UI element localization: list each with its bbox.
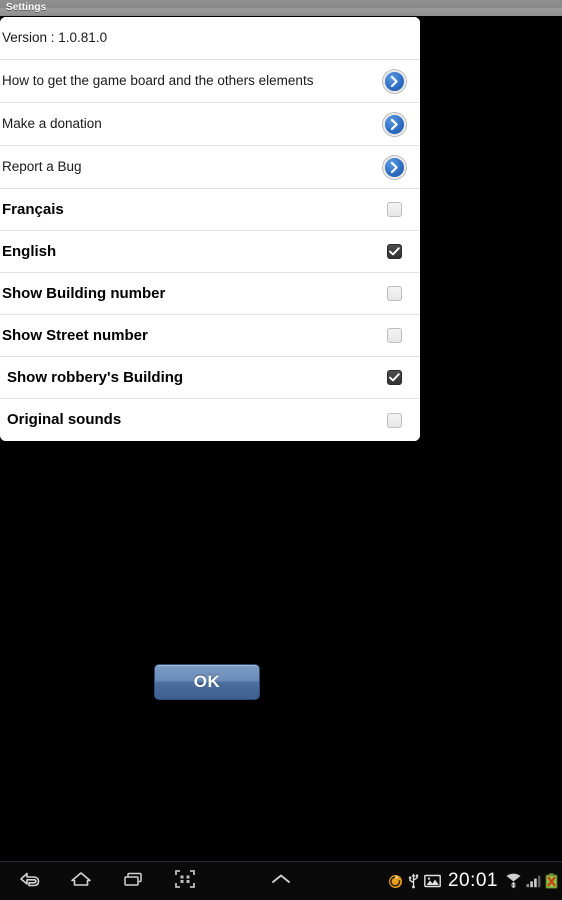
checkbox-unchecked[interactable] (387, 328, 402, 343)
settings-link-row[interactable]: How to get the game board and the others… (0, 60, 420, 103)
row-label: Report a Bug (2, 159, 82, 174)
row-label: Show Building number (2, 285, 166, 302)
checkbox-unchecked[interactable] (387, 286, 402, 301)
settings-checkbox-row[interactable]: English (0, 231, 420, 273)
row-label: Show robbery's Building (7, 369, 184, 386)
row-label: Français (2, 201, 64, 218)
nav-screenshot-button[interactable] (162, 862, 208, 900)
wifi-icon (505, 873, 522, 889)
row-label: Make a donation (2, 116, 102, 131)
nav-home-button[interactable] (58, 862, 104, 900)
gallery-image-icon (424, 874, 441, 888)
window-titlebar: Settings (0, 0, 562, 16)
blue-chevron-right-icon[interactable] (383, 155, 406, 179)
nav-expand-button[interactable] (258, 862, 304, 900)
row-label: Version : 1.0.81.0 (2, 30, 108, 45)
row-label: Original sounds (7, 412, 122, 428)
home-icon (69, 870, 93, 893)
ok-button[interactable]: OK (154, 664, 260, 700)
sync-circle-icon (388, 874, 403, 889)
usb-icon (407, 873, 420, 889)
chevron-up-icon (269, 871, 293, 892)
cellular-signal-icon (526, 874, 541, 888)
settings-version-row: Version : 1.0.81.0 (0, 17, 420, 60)
row-label: Show Street number (2, 327, 148, 344)
nav-back-button[interactable] (6, 862, 52, 900)
ok-button-label: OK (193, 672, 221, 691)
settings-checkbox-row[interactable]: Français (0, 189, 420, 231)
screenshot-capture-icon (174, 869, 196, 894)
settings-link-row[interactable]: Make a donation (0, 103, 420, 146)
checkbox-checked[interactable] (387, 370, 402, 385)
blue-chevron-right-icon[interactable] (383, 112, 406, 136)
nav-recents-button[interactable] (110, 862, 156, 900)
settings-checkbox-row[interactable]: Show Street number (0, 315, 420, 357)
row-label: How to get the game board and the others… (2, 73, 314, 88)
status-tray[interactable]: 20:01 (388, 862, 558, 900)
row-label: English (2, 243, 57, 260)
settings-dialog: Version : 1.0.81.0 How to get the game bo… (0, 17, 420, 441)
settings-checkbox-row[interactable]: Show robbery's Building (0, 357, 420, 399)
battery-alert-icon (545, 873, 558, 889)
status-clock: 20:01 (447, 870, 498, 891)
window-title: Settings (6, 2, 47, 13)
settings-checkbox-row[interactable]: Original sounds (0, 399, 420, 441)
checkbox-unchecked[interactable] (387, 412, 402, 428)
android-navigation-bar: 20:01 (0, 861, 562, 900)
blue-chevron-right-icon[interactable] (383, 69, 406, 93)
back-icon (17, 870, 41, 893)
checkbox-unchecked[interactable] (387, 202, 402, 217)
recents-icon (121, 870, 145, 893)
checkbox-checked[interactable] (387, 244, 402, 259)
settings-link-row[interactable]: Report a Bug (0, 146, 420, 189)
settings-checkbox-row[interactable]: Show Building number (0, 273, 420, 315)
